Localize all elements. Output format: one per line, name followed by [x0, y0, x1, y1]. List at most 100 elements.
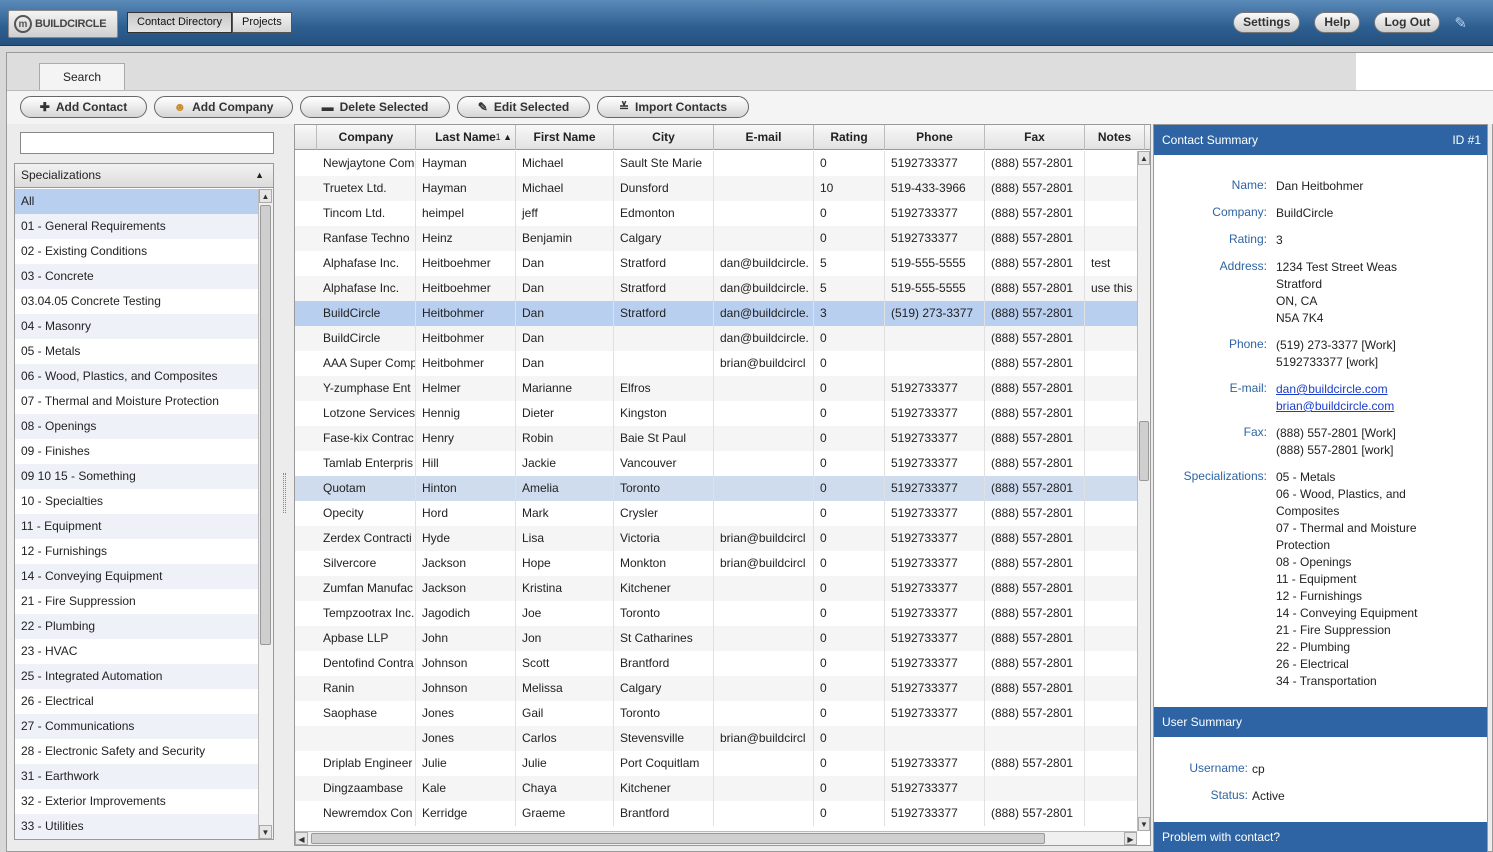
- app-logo[interactable]: m BUILDCIRCLE: [8, 10, 118, 38]
- specialization-item[interactable]: 03 - Concrete: [15, 264, 258, 289]
- grid-scroll-thumb[interactable]: [1139, 421, 1149, 481]
- specialization-item[interactable]: 09 - Finishes: [15, 439, 258, 464]
- table-row[interactable]: Truetex Ltd. Hayman Michael Dunsford 10 519-4…: [295, 176, 1137, 201]
- specialization-item[interactable]: 23 - HVAC: [15, 639, 258, 664]
- column-header-phone[interactable]: Phone: [885, 125, 985, 150]
- cell-last-name: Helmer: [416, 376, 516, 401]
- specialization-item[interactable]: 32 - Exterior Improvements: [15, 789, 258, 814]
- specialization-item[interactable]: 02 - Existing Conditions: [15, 239, 258, 264]
- table-row[interactable]: Newjaytone Com Hayman Michael Sault Ste Mar…: [295, 151, 1137, 176]
- settings-button[interactable]: Settings: [1233, 12, 1301, 33]
- table-row[interactable]: Silvercore Jackson Hope Monkton brian@buildc…: [295, 551, 1137, 576]
- table-row[interactable]: Saophase Jones Gail Toronto 0 5192733377 (888)…: [295, 701, 1137, 726]
- table-row[interactable]: AAA Super Comp Heitbohmer Dan brian@buildci…: [295, 351, 1137, 376]
- scroll-thumb[interactable]: [260, 205, 271, 645]
- table-row[interactable]: Fase-kix Contrac Henry Robin Baie St Paul 0 5…: [295, 426, 1137, 451]
- column-header-last-name[interactable]: Last Name 1 ▲: [416, 125, 516, 150]
- specialization-item[interactable]: 08 - Openings: [15, 414, 258, 439]
- specialization-item[interactable]: 14 - Conveying Equipment: [15, 564, 258, 589]
- column-header-company[interactable]: Company: [317, 125, 416, 150]
- table-row[interactable]: Apbase LLP John Jon St Catharines 0 519273337…: [295, 626, 1137, 651]
- column-header-notes[interactable]: Notes: [1085, 125, 1145, 150]
- tab-search[interactable]: Search: [39, 63, 125, 90]
- table-row[interactable]: Zumfan Manufac Jackson Kristina Kitchener 0 5…: [295, 576, 1137, 601]
- cell-last-name: Kale: [416, 776, 516, 801]
- table-row[interactable]: Tempzootrax Inc. Jagodich Joe Toronto 0 51927…: [295, 601, 1137, 626]
- table-row[interactable]: Y-zumphase Ent Helmer Marianne Elfros 0 51927…: [295, 376, 1137, 401]
- specialization-item[interactable]: 21 - Fire Suppression: [15, 589, 258, 614]
- specialization-item[interactable]: 06 - Wood, Plastics, and Composites: [15, 364, 258, 389]
- grid-hscroll-thumb[interactable]: [311, 833, 1045, 844]
- table-row[interactable]: Alphafase Inc. Heitboehmer Dan Stratford dan…: [295, 276, 1137, 301]
- specialization-item[interactable]: 04 - Masonry: [15, 314, 258, 339]
- specs-line: 34 - Transportation: [1276, 674, 1377, 688]
- grid-scroll-left-icon[interactable]: ◀: [295, 832, 308, 845]
- problem-with-contact-header[interactable]: Problem with contact?: [1154, 822, 1487, 852]
- sort-indicator[interactable]: 1 ▲: [496, 125, 512, 149]
- specialization-item[interactable]: 10 - Specialties: [15, 489, 258, 514]
- scroll-up-icon[interactable]: ▲: [259, 189, 272, 203]
- import-contacts-button[interactable]: ≚ Import Contacts: [597, 96, 749, 118]
- table-row[interactable]: Lotzone Services Hennig Dieter Kingston 0 519…: [295, 401, 1137, 426]
- table-row[interactable]: BuildCircle Heitbohmer Dan Stratford dan@bui…: [295, 301, 1137, 326]
- table-row[interactable]: Ranfase Techno Heinz Benjamin Calgary 0 51927…: [295, 226, 1137, 251]
- table-row[interactable]: BuildCircle Heitbohmer Dan dan@buildcircle.…: [295, 326, 1137, 351]
- edit-selected-button[interactable]: ✎ Edit Selected: [457, 96, 590, 118]
- specialization-item[interactable]: 07 - Thermal and Moisture Protection: [15, 389, 258, 414]
- add-company-button[interactable]: ☻ Add Company: [154, 96, 293, 118]
- cell-notes: [1085, 176, 1137, 201]
- specialization-item[interactable]: 03.04.05 Concrete Testing: [15, 289, 258, 314]
- delete-selected-button[interactable]: ▬ Delete Selected: [300, 96, 450, 118]
- grid-scroll-up-icon[interactable]: ▲: [1138, 151, 1150, 165]
- grid-scroll-right-icon[interactable]: ▶: [1124, 832, 1137, 845]
- specialization-item[interactable]: 12 - Furnishings: [15, 539, 258, 564]
- grid-horizontal-scrollbar[interactable]: ◀ ▶: [295, 831, 1137, 845]
- specialization-item[interactable]: 09 10 15 - Something: [15, 464, 258, 489]
- logout-button[interactable]: Log Out: [1374, 12, 1441, 33]
- specialization-item[interactable]: 27 - Communications: [15, 714, 258, 739]
- grid-vertical-scrollbar[interactable]: ▲ ▼: [1137, 151, 1150, 831]
- specialization-item[interactable]: All: [15, 189, 258, 214]
- table-row[interactable]: Jones Carlos Stevensville brian@buildcircl 0: [295, 726, 1137, 751]
- specialization-item[interactable]: 01 - General Requirements: [15, 214, 258, 239]
- tab-contact-directory[interactable]: Contact Directory: [127, 12, 232, 33]
- add-company-label: Add Company: [192, 100, 274, 114]
- table-row[interactable]: Quotam Hinton Amelia Toronto 0 5192733377 (888…: [295, 476, 1137, 501]
- specialization-item[interactable]: 26 - Electrical: [15, 689, 258, 714]
- specialization-item[interactable]: 25 - Integrated Automation: [15, 664, 258, 689]
- table-row[interactable]: Alphafase Inc. Heitboehmer Dan Stratford dan…: [295, 251, 1137, 276]
- panel-splitter[interactable]: [283, 473, 286, 513]
- specialization-item[interactable]: 28 - Electronic Safety and Security: [15, 739, 258, 764]
- add-contact-button[interactable]: ✚ Add Contact: [20, 96, 147, 118]
- specialization-item[interactable]: 11 - Equipment: [15, 514, 258, 539]
- cell-company: Newremdox Con: [317, 801, 416, 826]
- table-row[interactable]: Zerdex Contracti Hyde Lisa Victoria brian@bu…: [295, 526, 1137, 551]
- specializations-scrollbar[interactable]: ▲ ▼: [258, 189, 273, 839]
- column-header-email[interactable]: E-mail: [714, 125, 814, 150]
- tab-projects[interactable]: Projects: [231, 12, 292, 33]
- email-link[interactable]: dan@buildcircle.com: [1276, 382, 1388, 396]
- table-row[interactable]: Tincom Ltd. heimpel jeff Edmonton 0 519273337…: [295, 201, 1137, 226]
- grid-scroll-down-icon[interactable]: ▼: [1138, 817, 1150, 831]
- column-header-fax[interactable]: Fax: [985, 125, 1085, 150]
- email-link[interactable]: brian@buildcircle.com: [1276, 399, 1394, 413]
- specializations-header[interactable]: Specializations ▲: [15, 164, 273, 188]
- table-row[interactable]: Tamlab Enterpris Hill Jackie Vancouver 0 5192…: [295, 451, 1137, 476]
- specialization-item[interactable]: 22 - Plumbing: [15, 614, 258, 639]
- pin-icon[interactable]: ✎: [1454, 14, 1467, 32]
- specialization-item[interactable]: 31 - Earthwork: [15, 764, 258, 789]
- specialization-item[interactable]: 33 - Utilities: [15, 814, 258, 839]
- help-button[interactable]: Help: [1314, 12, 1361, 33]
- column-header-city[interactable]: City: [614, 125, 714, 150]
- table-row[interactable]: Dingzaambase Kale Chaya Kitchener 0 519273337…: [295, 776, 1137, 801]
- column-header-rating[interactable]: Rating: [814, 125, 885, 150]
- table-row[interactable]: Dentofind Contra Johnson Scott Brantford 0 51…: [295, 651, 1137, 676]
- table-row[interactable]: Ranin Johnson Melissa Calgary 0 5192733377 (88…: [295, 676, 1137, 701]
- table-row[interactable]: Driplab Engineer Julie Julie Port Coquitlam…: [295, 751, 1137, 776]
- scroll-down-icon[interactable]: ▼: [259, 825, 272, 839]
- specialization-search-input[interactable]: [20, 132, 274, 154]
- table-row[interactable]: Newremdox Con Kerridge Graeme Brantford 0 519…: [295, 801, 1137, 826]
- specialization-item[interactable]: 05 - Metals: [15, 339, 258, 364]
- table-row[interactable]: Opecity Hord Mark Crysler 0 5192733377 (888) 5…: [295, 501, 1137, 526]
- column-header-first-name[interactable]: First Name: [516, 125, 614, 150]
